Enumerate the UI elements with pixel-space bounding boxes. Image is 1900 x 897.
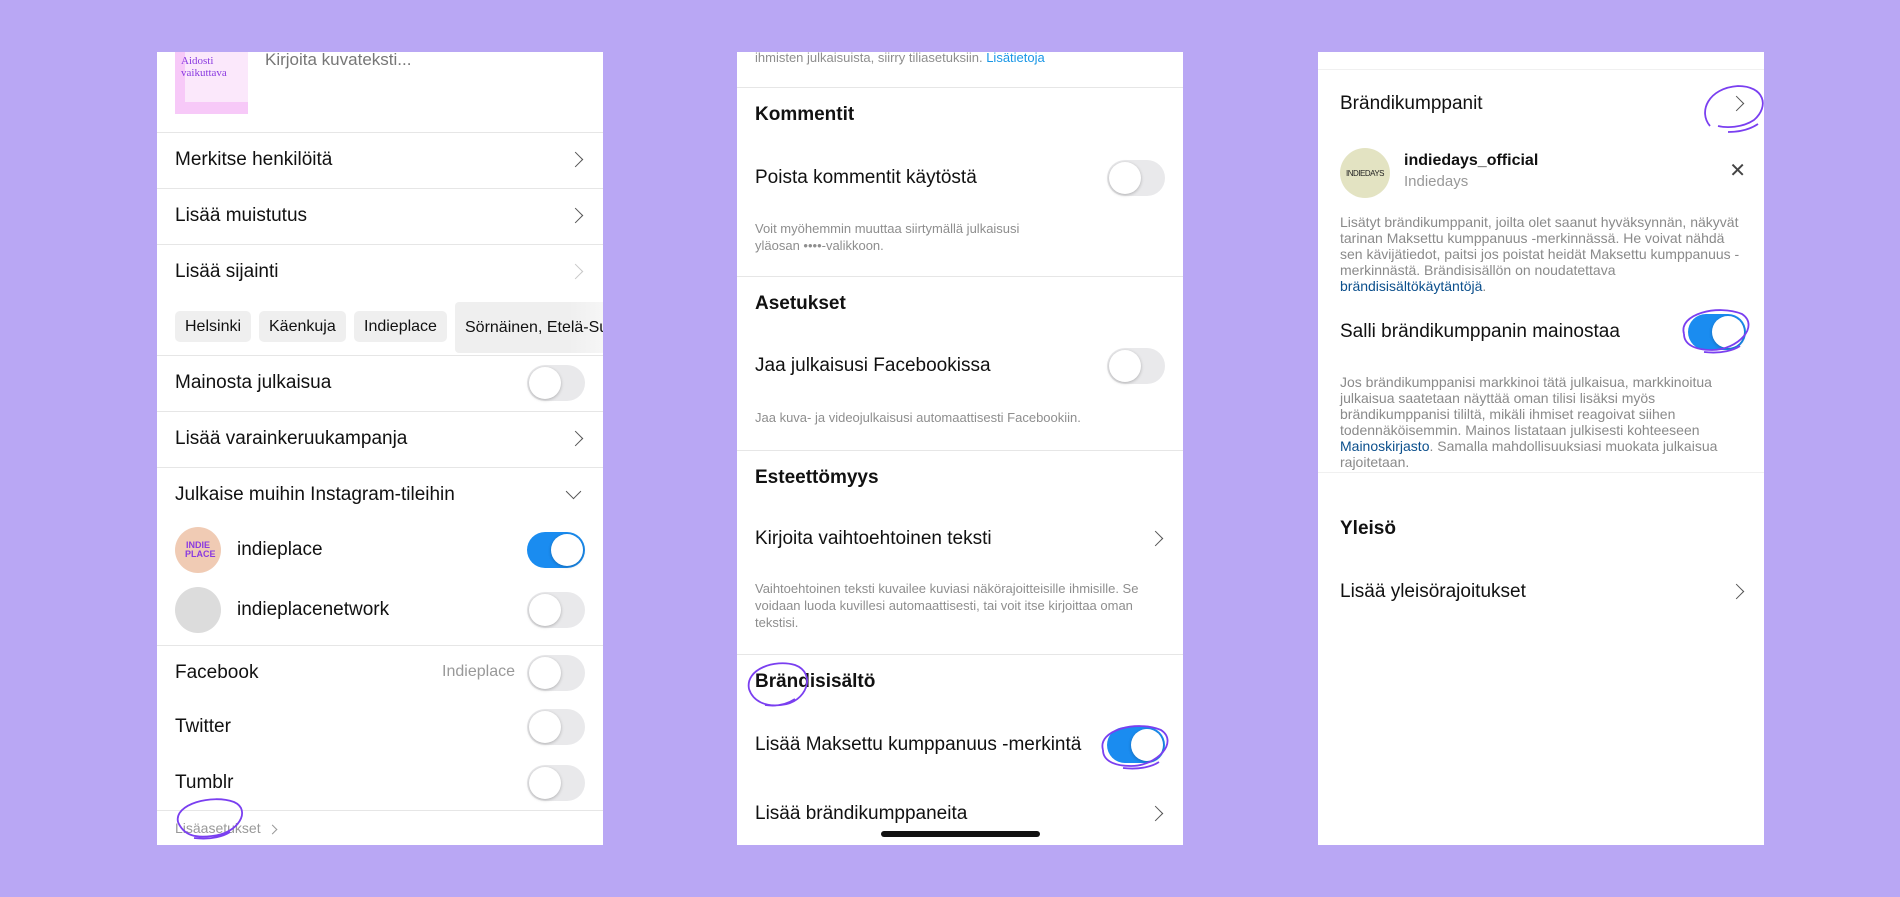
fundraiser-row[interactable]: Lisää varainkeruukampanja	[175, 427, 407, 451]
brand-partners-row[interactable]: Brändikumppanit	[1340, 92, 1483, 116]
chevron-right-icon	[1728, 95, 1745, 112]
alt-text-label: Kirjoita vaihtoehtoinen teksti	[755, 528, 992, 549]
avatar-text: INDIE PLACE	[185, 540, 216, 559]
disable-comments-label: Poista kommentit käytöstä	[755, 167, 977, 188]
share-facebook-toggle[interactable]	[1107, 348, 1165, 384]
top-help-text: ihmisten julkaisuista, siirry tiliasetuk…	[755, 52, 1153, 66]
chevron-right-icon	[567, 430, 584, 447]
advanced-settings-link[interactable]: Lisäasetukset	[175, 820, 277, 836]
comments-help: Voit myöhemmin muuttaa siirtymällä julka…	[755, 221, 1020, 253]
share-facebook-label: Jaa julkaisusi Facebookissa	[755, 355, 991, 376]
caption-input[interactable]: Kirjoita kuvateksti...	[265, 52, 411, 70]
partners-help: Lisätyt brändikumppanit, joilta olet saa…	[1340, 214, 1740, 294]
facebook-account: Indieplace	[442, 663, 515, 680]
learn-more-link[interactable]: Lisätietoja	[986, 52, 1045, 65]
ad-library-link[interactable]: Mainoskirjasto	[1340, 438, 1429, 454]
ads-help-text: Jos brändikumppanisi markkinoi tätä julk…	[1340, 374, 1712, 438]
alt-help: Vaihtoehtoinen teksti kuvailee kuviasi n…	[755, 581, 1139, 630]
settings-header: Asetukset	[755, 293, 846, 314]
chevron-right-icon	[1728, 583, 1745, 600]
chevron-right-icon	[567, 151, 584, 168]
post-options-screen: Aidosti vaikuttava Kirjoita kuvateksti..…	[157, 52, 603, 845]
paid-partnership-toggle[interactable]	[1107, 727, 1165, 763]
share-help: Jaa kuva- ja videojulkaisusi automaattis…	[755, 410, 1081, 425]
location-chip[interactable]: Indieplace	[354, 311, 447, 342]
remove-partner-close-icon[interactable]: ✕	[1729, 158, 1746, 183]
comments-header: Kommentit	[755, 104, 855, 125]
fundraiser-label: Lisää varainkeruukampanja	[175, 428, 408, 449]
tumblr-label: Tumblr	[175, 772, 234, 793]
add-partners-label: Lisää brändikumppaneita	[755, 803, 968, 824]
paid-partnership-label: Lisää Maksettu kumppanuus -merkintä	[755, 734, 1082, 755]
annotation-circle	[1704, 85, 1764, 133]
tag-people-row[interactable]: Merkitse henkilöitä	[175, 148, 332, 172]
chevron-right-icon	[567, 207, 584, 224]
branded-partners-screen: Brändikumppanit INDIEDAYS indiedays_offi…	[1318, 52, 1764, 845]
twitter-toggle[interactable]	[527, 709, 585, 745]
twitter-label: Twitter	[175, 716, 231, 737]
add-reminder-label: Lisää muistutus	[175, 205, 308, 226]
location-chip[interactable]: Käenkuja	[259, 311, 346, 342]
facebook-toggle[interactable]	[527, 655, 585, 691]
partner-avatar: INDIEDAYS	[1340, 148, 1390, 198]
alt-text-row[interactable]: Kirjoita vaihtoehtoinen teksti	[755, 527, 992, 551]
partner-avatar-text: INDIEDAYS	[1345, 168, 1385, 178]
other-accounts-label: Julkaise muihin Instagram-tileihin	[175, 484, 455, 505]
account-name: indieplacenetwork	[237, 599, 390, 620]
thumbnail-text: Aidosti vaikuttava	[181, 55, 227, 79]
account-indieplace-toggle[interactable]	[527, 532, 585, 568]
facebook-label: Facebook	[175, 662, 259, 683]
other-accounts-row[interactable]: Julkaise muihin Instagram-tileihin	[175, 483, 455, 507]
partners-help-text: Lisätyt brändikumppanit, joilta olet saa…	[1340, 214, 1740, 278]
promote-post-label: Mainosta julkaisua	[175, 372, 332, 393]
advanced-settings-label: Lisäasetukset	[175, 820, 261, 836]
chevron-right-icon	[1147, 530, 1164, 547]
top-help-label: ihmisten julkaisuista, siirry tiliasetuk…	[755, 52, 983, 65]
chevron-right-icon	[267, 824, 277, 835]
allow-ads-toggle[interactable]	[1688, 314, 1746, 350]
advanced-settings-screen: ihmisten julkaisuista, siirry tiliasetuk…	[737, 52, 1183, 845]
avatar	[175, 587, 221, 633]
avatar: INDIE PLACE	[175, 527, 221, 573]
home-indicator	[881, 831, 1040, 837]
allow-ads-label: Salli brändikumppanin mainostaa	[1340, 321, 1620, 342]
add-location-row[interactable]: Lisää sijainti	[175, 260, 279, 284]
chevron-right-icon	[567, 263, 584, 280]
location-chip[interactable]: Helsinki	[175, 311, 252, 342]
disable-comments-toggle[interactable]	[1107, 160, 1165, 196]
tag-people-label: Merkitse henkilöitä	[175, 149, 333, 170]
branded-content-header: Brändisisältö	[755, 671, 876, 692]
accessibility-header: Esteettömyys	[755, 467, 879, 488]
audience-restrictions-row[interactable]: Lisää yleisörajoitukset	[1340, 580, 1526, 604]
chevron-down-icon	[565, 483, 582, 500]
ads-help: Jos brändikumppanisi markkinoi tätä julk…	[1340, 374, 1744, 470]
add-reminder-row[interactable]: Lisää muistutus	[175, 204, 307, 228]
post-thumbnail: Aidosti vaikuttava	[175, 52, 248, 114]
account-name: indieplace	[237, 539, 323, 560]
chevron-right-icon	[1147, 805, 1164, 822]
account-indieplacenetwork-toggle[interactable]	[527, 592, 585, 628]
tumblr-toggle[interactable]	[527, 765, 585, 801]
add-location-label: Lisää sijainti	[175, 261, 279, 282]
promote-post-toggle[interactable]	[527, 365, 585, 401]
partner-username: indiedays_official	[1404, 152, 1539, 169]
brand-partners-label: Brändikumppanit	[1340, 93, 1483, 114]
audience-header: Yleisö	[1340, 518, 1396, 539]
add-partners-row[interactable]: Lisää brändikumppaneita	[755, 802, 967, 826]
location-chip[interactable]: Sörnäinen, Etelä-Su	[455, 302, 603, 353]
partner-name: Indiedays	[1404, 173, 1469, 190]
audience-restrictions-label: Lisää yleisörajoitukset	[1340, 581, 1526, 602]
branded-content-policy-link[interactable]: brändisisältökäytäntöjä	[1340, 278, 1482, 294]
